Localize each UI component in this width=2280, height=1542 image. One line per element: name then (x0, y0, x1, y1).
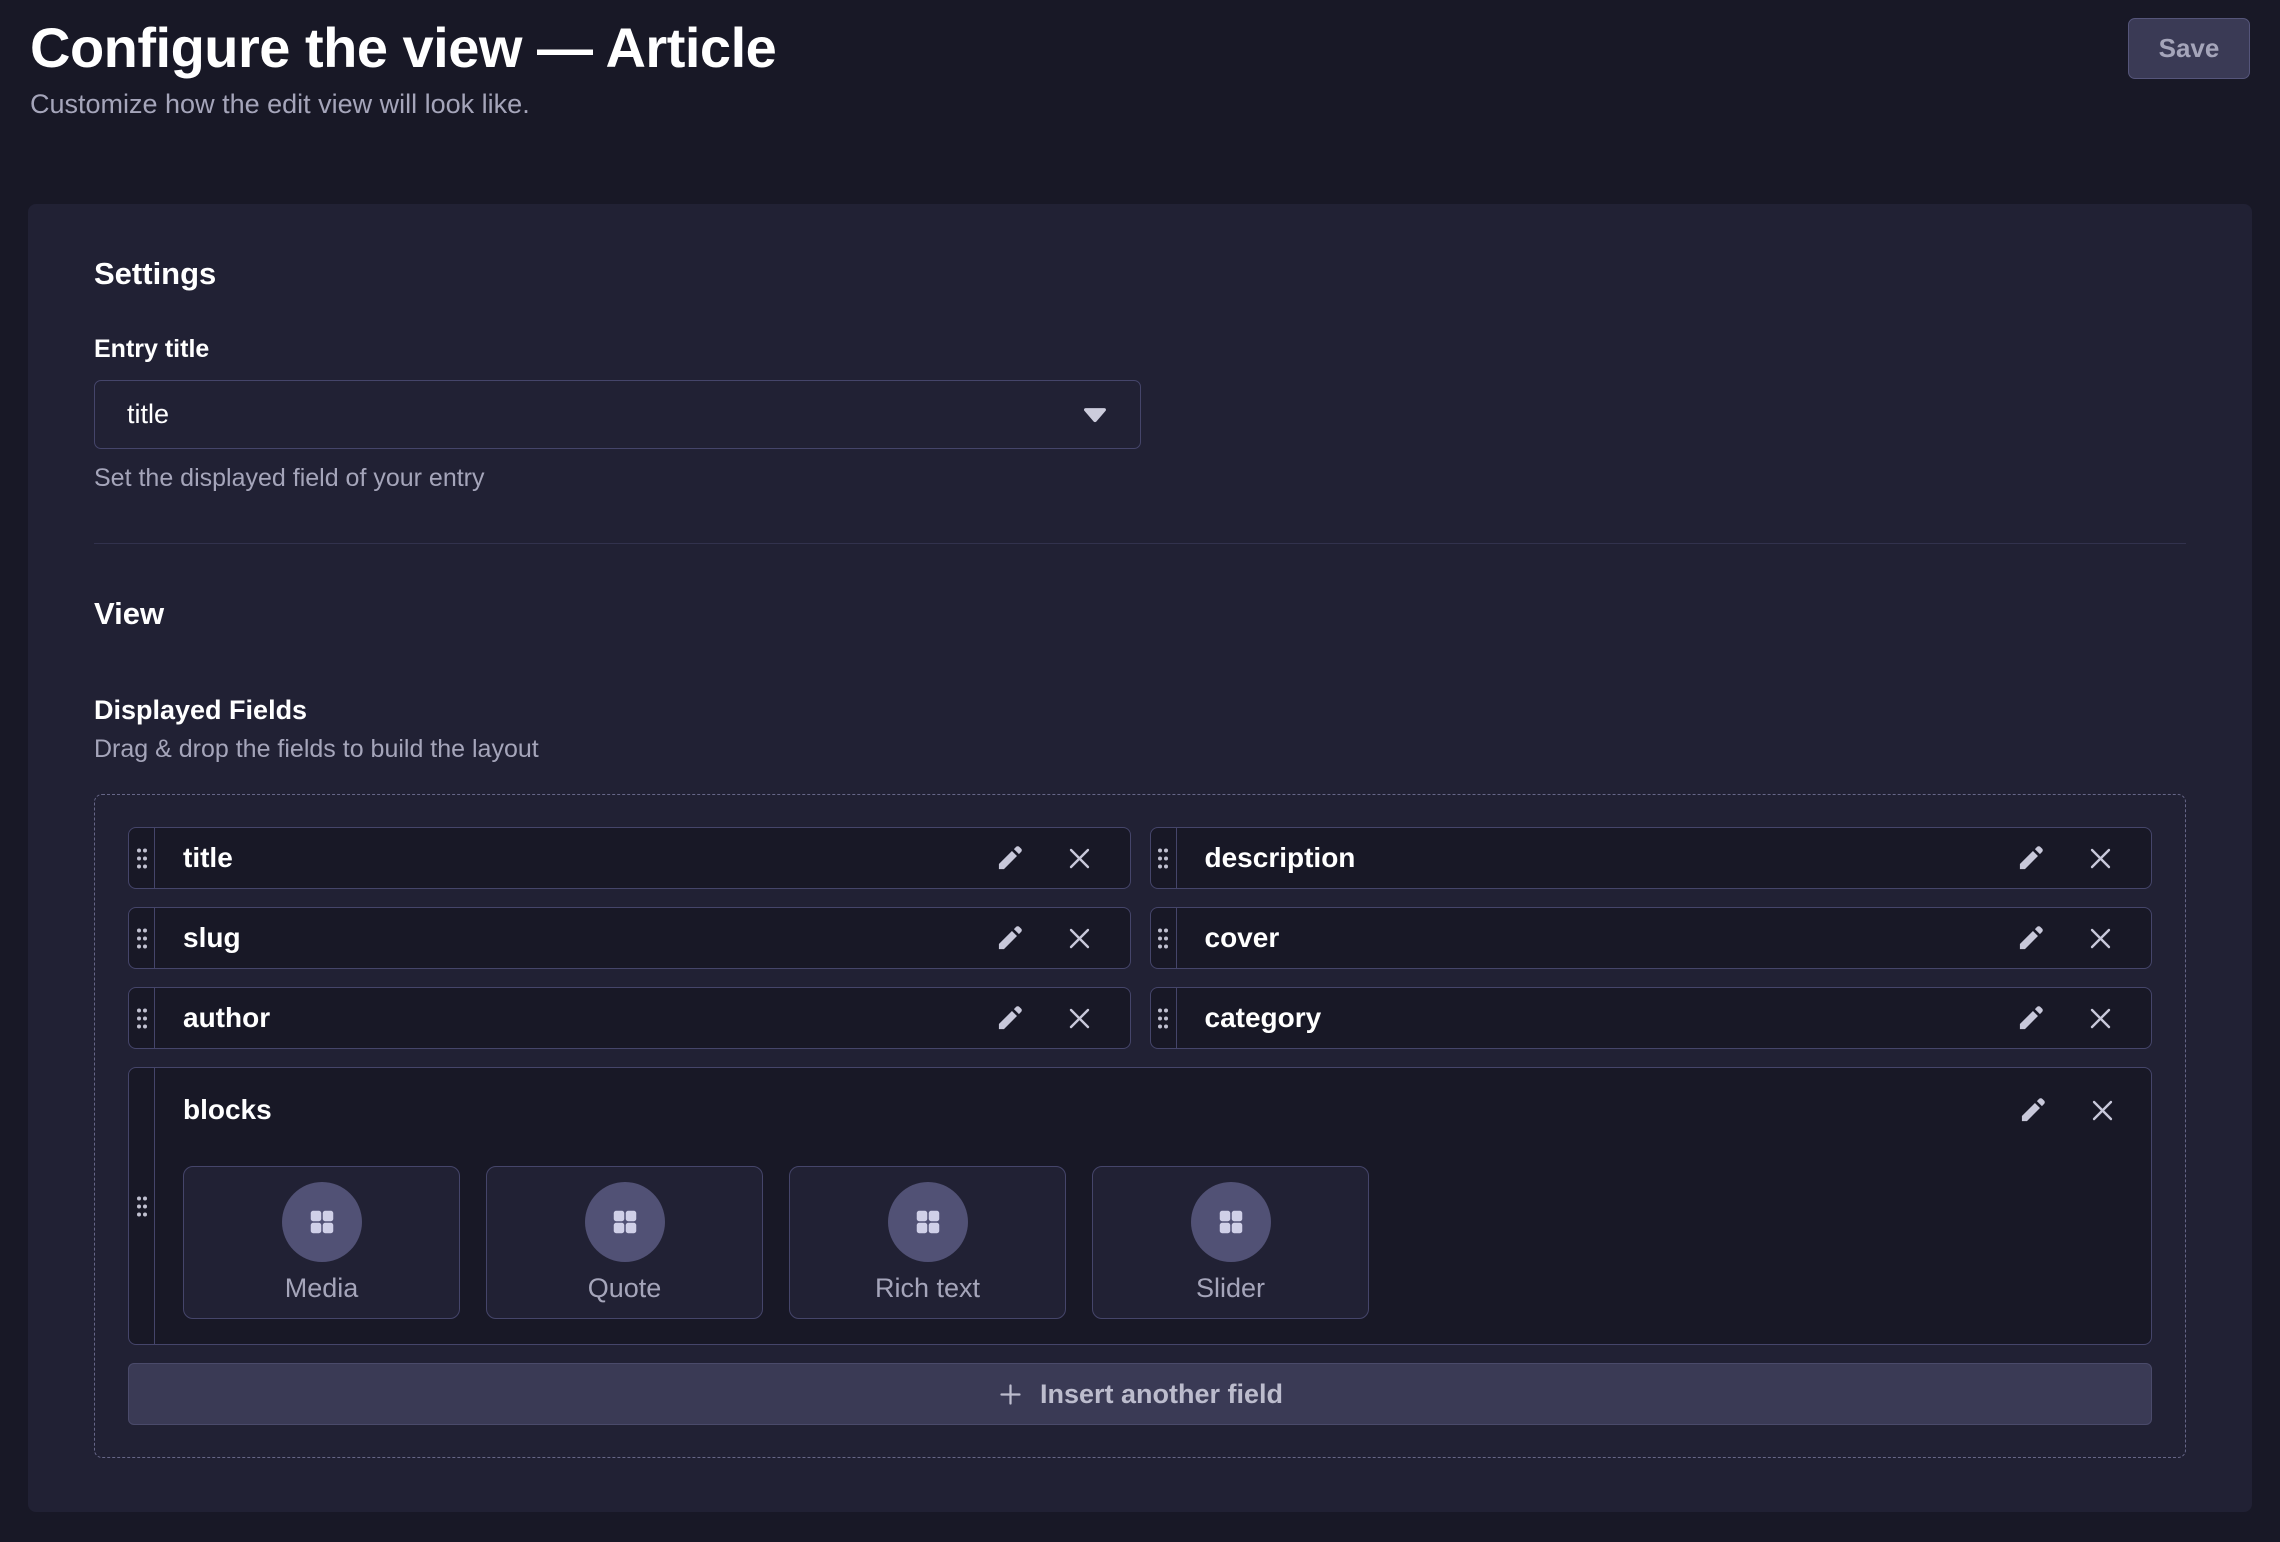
caret-down-icon (1082, 406, 1108, 423)
drag-handle[interactable] (1151, 908, 1177, 968)
drag-handle[interactable] (129, 988, 155, 1048)
edit-field-button[interactable] (994, 1003, 1025, 1034)
entry-title-hint: Set the displayed field of your entry (94, 463, 2186, 493)
component-circle (888, 1182, 968, 1262)
pencil-icon (2015, 843, 2046, 874)
pencil-icon (994, 843, 1025, 874)
field-row-slug: slug (128, 907, 1131, 969)
component-card-rich-text[interactable]: Rich text (789, 1166, 1066, 1319)
field-row-author: author (128, 987, 1131, 1049)
fields-dropzone: title description slug (94, 794, 2186, 1458)
component-card-label: Quote (588, 1273, 662, 1304)
pencil-icon (994, 923, 1025, 954)
remove-field-button[interactable] (1065, 844, 1094, 873)
insert-another-field-button[interactable]: Insert another field (128, 1363, 2152, 1425)
close-icon (1065, 924, 1094, 953)
insert-another-field-label: Insert another field (1040, 1379, 1283, 1410)
field-row-label: slug (155, 922, 994, 954)
entry-title-select-value: title (127, 399, 169, 430)
entry-title-select[interactable]: title (94, 380, 1141, 449)
edit-field-button[interactable] (2015, 1003, 2046, 1034)
remove-field-button[interactable] (1065, 924, 1094, 953)
save-button[interactable]: Save (2128, 18, 2250, 79)
component-card-quote[interactable]: Quote (486, 1166, 763, 1319)
remove-field-button[interactable] (1065, 1004, 1094, 1033)
edit-field-button[interactable] (2015, 923, 2046, 954)
component-circle (585, 1182, 665, 1262)
view-heading: View (94, 596, 2186, 632)
grid-icon (913, 1207, 943, 1237)
field-row-label: cover (1177, 922, 2016, 954)
field-row-label: category (1177, 1002, 2016, 1034)
drag-handle[interactable] (1151, 828, 1177, 888)
edit-field-button[interactable] (994, 923, 1025, 954)
entry-title-label: Entry title (94, 334, 2186, 364)
close-icon (1065, 1004, 1094, 1033)
field-row-label: description (1177, 842, 2016, 874)
component-cards: Media Quote Rich text (183, 1166, 2117, 1319)
close-icon (2088, 1096, 2117, 1125)
remove-field-button[interactable] (2086, 924, 2115, 953)
field-row-blocks: blocks Media (128, 1067, 2152, 1345)
component-card-label: Media (285, 1273, 359, 1304)
plus-icon (997, 1381, 1024, 1408)
field-row-cover: cover (1150, 907, 2153, 969)
remove-field-button[interactable] (2088, 1096, 2117, 1125)
drag-handle[interactable] (129, 828, 155, 888)
edit-field-button[interactable] (2017, 1095, 2048, 1126)
pencil-icon (2017, 1095, 2048, 1126)
component-card-label: Rich text (875, 1273, 980, 1304)
remove-field-button[interactable] (2086, 1004, 2115, 1033)
grid-icon (610, 1207, 640, 1237)
field-row-description: description (1150, 827, 2153, 889)
displayed-fields-hint: Drag & drop the fields to build the layo… (94, 734, 2186, 764)
dynamic-zone-label: blocks (183, 1094, 272, 1126)
close-icon (1065, 844, 1094, 873)
component-card-slider[interactable]: Slider (1092, 1166, 1369, 1319)
page-header: Configure the view — Article Customize h… (0, 0, 2280, 120)
page-subtitle: Customize how the edit view will look li… (30, 89, 2250, 120)
component-card-media[interactable]: Media (183, 1166, 460, 1319)
component-card-label: Slider (1196, 1273, 1265, 1304)
grid-icon (1216, 1207, 1246, 1237)
page-title: Configure the view — Article (30, 14, 2250, 81)
close-icon (2086, 1004, 2115, 1033)
field-row-title: title (128, 827, 1131, 889)
close-icon (2086, 924, 2115, 953)
pencil-icon (2015, 923, 2046, 954)
field-row-category: category (1150, 987, 2153, 1049)
displayed-fields-title: Displayed Fields (94, 694, 2186, 726)
component-circle (282, 1182, 362, 1262)
edit-field-button[interactable] (2015, 843, 2046, 874)
settings-heading: Settings (94, 256, 2186, 292)
edit-field-button[interactable] (994, 843, 1025, 874)
field-row-label: title (155, 842, 994, 874)
drag-handle[interactable] (129, 908, 155, 968)
drag-handle[interactable] (1151, 988, 1177, 1048)
config-panel: Settings Entry title title Set the displ… (28, 204, 2252, 1512)
close-icon (2086, 844, 2115, 873)
pencil-icon (2015, 1003, 2046, 1034)
grid-icon (307, 1207, 337, 1237)
component-circle (1191, 1182, 1271, 1262)
drag-handle[interactable] (129, 1068, 155, 1344)
field-row-label: author (155, 1002, 994, 1034)
pencil-icon (994, 1003, 1025, 1034)
section-divider (94, 543, 2186, 544)
remove-field-button[interactable] (2086, 844, 2115, 873)
